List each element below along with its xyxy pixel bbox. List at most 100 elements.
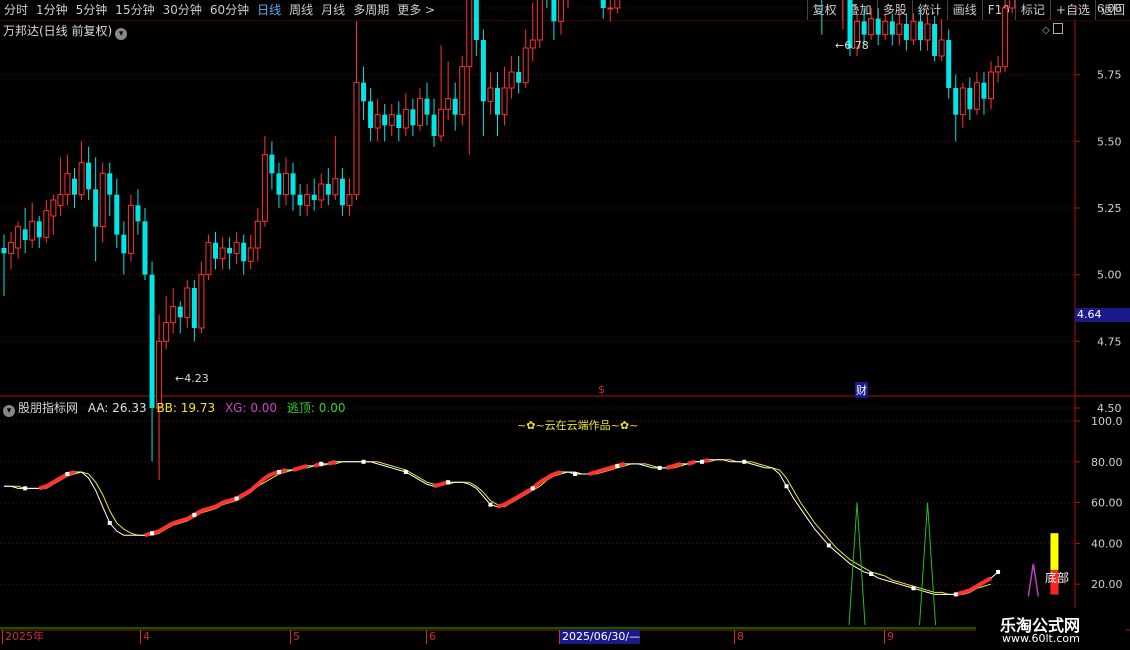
date-tick: 5 bbox=[290, 630, 300, 644]
corner-icons: ◇ bbox=[1042, 23, 1063, 36]
candle-body bbox=[882, 20, 889, 36]
aa-point bbox=[911, 586, 916, 591]
candle-body bbox=[93, 189, 99, 227]
candle-body bbox=[918, 21, 923, 40]
chart-canvas: 6.506.256.005.755.505.255.004.754.50 100… bbox=[0, 0, 1130, 631]
purple-spike bbox=[1027, 563, 1040, 597]
aa-point bbox=[319, 461, 324, 466]
bb-value: BB: 19.73 bbox=[156, 401, 216, 415]
indicator-tick-label: 20.00 bbox=[1091, 578, 1123, 591]
candle-body bbox=[557, 0, 564, 22]
price-tick-label: 5.25 bbox=[1097, 202, 1122, 215]
candle-body bbox=[946, 39, 952, 88]
rising-segment bbox=[165, 521, 175, 529]
candle-body bbox=[988, 71, 994, 100]
candle-body bbox=[325, 183, 331, 195]
candle-body bbox=[163, 322, 170, 342]
indicator-header: ▾ 股朋指标网 AA: 26.33 BB: 19.73 XG: 0.00 逃顶: … bbox=[3, 399, 345, 417]
candle-body bbox=[875, 18, 881, 35]
bottom-signal-label: 底部 bbox=[1045, 571, 1070, 585]
candle-body bbox=[938, 39, 945, 57]
indicator-axis: 100.0 80.00 60.00 40.00 20.00 bbox=[1075, 415, 1123, 591]
dollar-marker[interactable]: $ bbox=[598, 383, 605, 396]
candle-body bbox=[247, 247, 254, 262]
candle-body bbox=[170, 306, 177, 324]
aa-point bbox=[276, 470, 281, 474]
candle-body bbox=[283, 172, 289, 196]
date-axis: 2025年 4 5 6 2025/06/30/— 8 9 bbox=[0, 630, 1075, 644]
chevron-down-icon[interactable]: ▾ bbox=[3, 405, 15, 417]
candle-body bbox=[551, 0, 557, 22]
candle-body bbox=[36, 221, 42, 238]
candle-body bbox=[973, 82, 980, 110]
candle-body bbox=[445, 98, 452, 110]
aa-point bbox=[615, 463, 620, 468]
candle-body bbox=[142, 221, 148, 275]
date-tick: 6 bbox=[426, 630, 436, 644]
candle-body bbox=[932, 23, 938, 56]
xg-spike bbox=[919, 502, 937, 626]
grid-lines bbox=[0, 7, 1075, 585]
rising-segment bbox=[982, 576, 993, 584]
candle-body bbox=[410, 109, 416, 126]
candle-body bbox=[473, 0, 479, 40]
rising-segment bbox=[433, 482, 442, 489]
candle-body bbox=[233, 242, 240, 254]
candle-body bbox=[318, 183, 325, 201]
candle-body bbox=[431, 114, 437, 136]
candle-body bbox=[149, 274, 155, 408]
aa-point bbox=[573, 472, 578, 477]
stock-title[interactable]: 万邦达(日线 前复权) ▾ bbox=[3, 22, 128, 40]
candle-body bbox=[868, 18, 875, 36]
candle-body bbox=[981, 82, 987, 99]
candle-body bbox=[205, 242, 212, 276]
candle-body bbox=[64, 172, 71, 196]
candle-body bbox=[953, 87, 959, 115]
candle-body bbox=[156, 340, 163, 409]
rising-segment bbox=[242, 488, 252, 497]
rising-segment bbox=[214, 500, 224, 509]
candle-body bbox=[297, 194, 303, 206]
finance-marker[interactable]: 财 bbox=[855, 382, 868, 398]
candle-body bbox=[466, 0, 473, 68]
candle-body bbox=[967, 87, 973, 110]
window-icon[interactable] bbox=[1052, 23, 1063, 34]
rising-segment bbox=[179, 516, 188, 523]
bb-line bbox=[4, 459, 992, 595]
candle-body bbox=[487, 87, 494, 102]
price-tick-label: 5.50 bbox=[1097, 135, 1122, 148]
candle-body bbox=[29, 220, 36, 241]
candle-body bbox=[861, 21, 867, 35]
rising-segment bbox=[207, 504, 217, 511]
aa-value: AA: 26.33 bbox=[87, 401, 147, 415]
candle-body bbox=[529, 39, 536, 49]
rising-segment bbox=[327, 459, 336, 466]
rising-segment bbox=[172, 519, 181, 525]
rising-segment bbox=[595, 468, 604, 474]
price-axis: 6.506.256.005.755.505.255.004.754.50 bbox=[1075, 2, 1122, 415]
chevron-down-icon[interactable]: ▾ bbox=[115, 28, 128, 40]
author-caption: ~✿~云在云端作品~✿~ bbox=[517, 419, 639, 432]
candle-body bbox=[424, 98, 430, 115]
price-tick-label: 5.75 bbox=[1097, 69, 1122, 82]
candle-body bbox=[459, 66, 466, 116]
candle-body bbox=[43, 210, 50, 238]
diamond-icon[interactable]: ◇ bbox=[1042, 25, 1050, 36]
rising-segment bbox=[666, 463, 675, 470]
indicator-tick-label: 40.00 bbox=[1091, 537, 1123, 550]
xg-value: XG: 0.00 bbox=[224, 401, 278, 415]
rising-segment bbox=[263, 472, 273, 480]
aa-point bbox=[657, 465, 662, 470]
candle-body bbox=[57, 194, 64, 206]
candle-body bbox=[995, 66, 1002, 73]
candle-body bbox=[339, 178, 345, 206]
candle-body bbox=[903, 23, 909, 40]
candle-body bbox=[353, 82, 360, 196]
aa-point bbox=[530, 486, 535, 491]
rising-segment bbox=[517, 490, 527, 499]
candle-body bbox=[241, 242, 247, 262]
aa-point bbox=[784, 484, 789, 489]
current-price-tag: 4.64 bbox=[1075, 308, 1130, 322]
indicator-name[interactable]: 股朋指标网 bbox=[18, 401, 78, 415]
candle-body bbox=[889, 21, 895, 35]
